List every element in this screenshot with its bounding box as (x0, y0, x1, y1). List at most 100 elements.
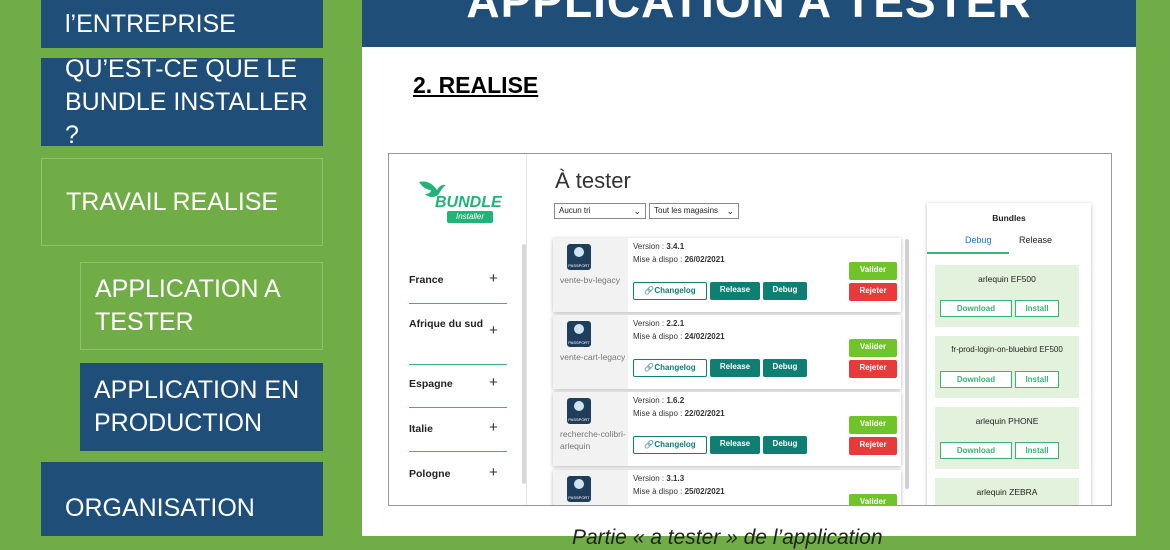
install-button[interactable]: Install (1015, 371, 1059, 388)
nav-application-a-tester-label: APPLICATION A TESTER (95, 275, 280, 336)
download-button[interactable]: Download (940, 300, 1012, 317)
link-icon: 🔗 (644, 286, 655, 295)
app-sidebar: BUNDLE Installer France + Afrique du sud… (389, 154, 527, 505)
nav-application-en-production[interactable]: APPLICATION EN PRODUCTION (80, 363, 323, 451)
tab-release[interactable]: Release (1019, 235, 1052, 245)
release-button[interactable]: Release (710, 436, 760, 454)
app-card-left (553, 470, 628, 505)
download-button[interactable]: Download (940, 442, 1012, 459)
changelog-button[interactable]: 🔗Changelog (633, 436, 707, 454)
bundle-installer-logo: BUNDLE Installer (417, 176, 502, 224)
dispo-line: Mise à dispo : 24/02/2021 (633, 332, 725, 341)
app-name: recherche-colibri-arlequin (560, 429, 626, 451)
expand-plus-icon[interactable]: + (489, 419, 498, 436)
link-icon: 🔗 (644, 440, 655, 449)
changelog-label: Changelog (654, 363, 696, 372)
slide-banner-title: APPLICATION A TESTER (466, 0, 1032, 27)
version-line: Version : 2.2.1 (633, 319, 684, 328)
download-button[interactable]: Download (940, 371, 1012, 388)
dispo-line: Mise à dispo : 26/02/2021 (633, 255, 725, 264)
version-line: Version : 3.4.1 (633, 242, 684, 251)
sidebar-country-espagne[interactable]: Espagne (409, 377, 501, 391)
figure-caption: Partie « a tester » de l’application (572, 526, 883, 549)
valider-button[interactable]: Valider (849, 416, 897, 434)
sidebar-country-france[interactable]: France (409, 273, 501, 287)
country-divider (409, 407, 507, 408)
expand-plus-icon[interactable]: + (489, 270, 498, 287)
slide-content: APPLICATION A TESTER 2. REALISE BUNDLE I… (362, 0, 1136, 549)
sidebar-scrollbar[interactable] (522, 244, 526, 484)
bundles-panel: Bundles Debug Release arlequin EF500 Dow… (927, 203, 1091, 505)
store-select[interactable]: Tout les magasins ⌄ (649, 203, 739, 219)
rejeter-button[interactable]: Rejeter (849, 437, 897, 455)
app-name: vente-bv-legacy (560, 275, 621, 285)
dispo-value: 26/02/2021 (684, 255, 725, 264)
expand-plus-icon[interactable]: + (489, 464, 498, 481)
dispo-value: 22/02/2021 (684, 409, 725, 418)
release-button[interactable]: Release (710, 359, 760, 377)
expand-plus-icon[interactable]: + (489, 374, 498, 391)
passport-app-icon (567, 244, 591, 270)
nav-travail-realise[interactable]: TRAVAIL REALISE (41, 158, 323, 246)
nav-entreprise[interactable]: l’ENTREPRISE (41, 0, 323, 48)
rejeter-button[interactable]: Rejeter (849, 360, 897, 378)
version-label: Version : (633, 319, 665, 328)
country-label: Espagne (409, 378, 453, 390)
app-card: vente-cart-legacy Version : 2.2.1 Mise à… (553, 315, 901, 389)
debug-button[interactable]: Debug (763, 359, 807, 377)
app-card-left: recherche-colibri-arlequin (553, 392, 628, 466)
nav-entreprise-label: l’ENTREPRISE (65, 9, 236, 38)
nav-organisation-label: ORGANISATION (65, 494, 255, 522)
country-label: Italie (409, 423, 433, 435)
tab-debug[interactable]: Debug (965, 235, 992, 245)
dispo-label: Mise à dispo : (633, 409, 683, 418)
nav-bundle-question-label: QU’EST-CE QUE LE BUNDLE INSTALLER ? (65, 54, 308, 149)
app-card-left: vente-bv-legacy (553, 238, 628, 312)
install-button[interactable]: Install (1015, 300, 1059, 317)
chevron-down-icon: ⌄ (726, 206, 734, 216)
main-scrollbar[interactable] (905, 239, 909, 489)
release-button[interactable]: Release (710, 282, 760, 300)
dispo-line: Mise à dispo : 22/02/2021 (633, 409, 725, 418)
nav-bundle-question[interactable]: QU’EST-CE QUE LE BUNDLE INSTALLER ? (41, 55, 323, 149)
bundle-item: arlequin EF500 Download Install (935, 265, 1079, 327)
sidebar-country-pologne[interactable]: Pologne (409, 467, 501, 481)
dispo-label: Mise à dispo : (633, 332, 683, 341)
bundle-name: fr-prod-login-on-bluebird EF500 (951, 345, 1063, 354)
nav-application-en-production-label: APPLICATION EN PRODUCTION (94, 376, 300, 437)
bundles-title: Bundles (992, 213, 1026, 223)
sort-select[interactable]: Aucun tri ⌄ (554, 203, 646, 219)
nav-organisation[interactable]: ORGANISATION (41, 462, 323, 536)
changelog-button[interactable]: 🔗Changelog (633, 282, 707, 300)
sidebar-country-italie[interactable]: Italie (409, 422, 501, 436)
bundle-item: fr-prod-login-on-bluebird EF500 Download… (935, 336, 1079, 398)
country-divider (409, 303, 507, 304)
app-page-title: À tester (555, 168, 631, 193)
changelog-button[interactable]: 🔗Changelog (633, 359, 707, 377)
section-title: 2. REALISE (413, 72, 539, 98)
logo-text: BUNDLE (435, 194, 502, 211)
expand-plus-icon[interactable]: + (489, 322, 498, 339)
app-card: recherche-colibri-arlequin Version : 1.6… (553, 392, 901, 466)
install-button[interactable]: Install (1015, 442, 1059, 459)
rejeter-button[interactable]: Rejeter (849, 283, 897, 301)
version-label: Version : (633, 474, 665, 483)
changelog-label: Changelog (654, 286, 696, 295)
bundle-item: arlequin ZEBRA (935, 478, 1079, 505)
sidebar-country-afrique-du-sud[interactable]: Afrique du sud (409, 317, 501, 331)
country-label: France (409, 274, 444, 286)
debug-button[interactable]: Debug (763, 436, 807, 454)
valider-button[interactable]: Valider (849, 494, 897, 505)
bundle-item: arlequin PHONE Download Install (935, 407, 1079, 469)
changelog-label: Changelog (654, 440, 696, 449)
version-value: 3.1.3 (666, 474, 685, 483)
nav-travail-realise-label: TRAVAIL REALISE (66, 187, 279, 216)
dispo-label: Mise à dispo : (633, 487, 683, 496)
valider-button[interactable]: Valider (849, 262, 897, 280)
sort-select-value: Aucun tri (559, 206, 591, 215)
valider-button[interactable]: Valider (849, 339, 897, 357)
debug-button[interactable]: Debug (763, 282, 807, 300)
version-label: Version : (633, 396, 665, 405)
store-select-value: Tout les magasins (654, 206, 719, 215)
nav-application-a-tester[interactable]: APPLICATION A TESTER (80, 262, 323, 350)
